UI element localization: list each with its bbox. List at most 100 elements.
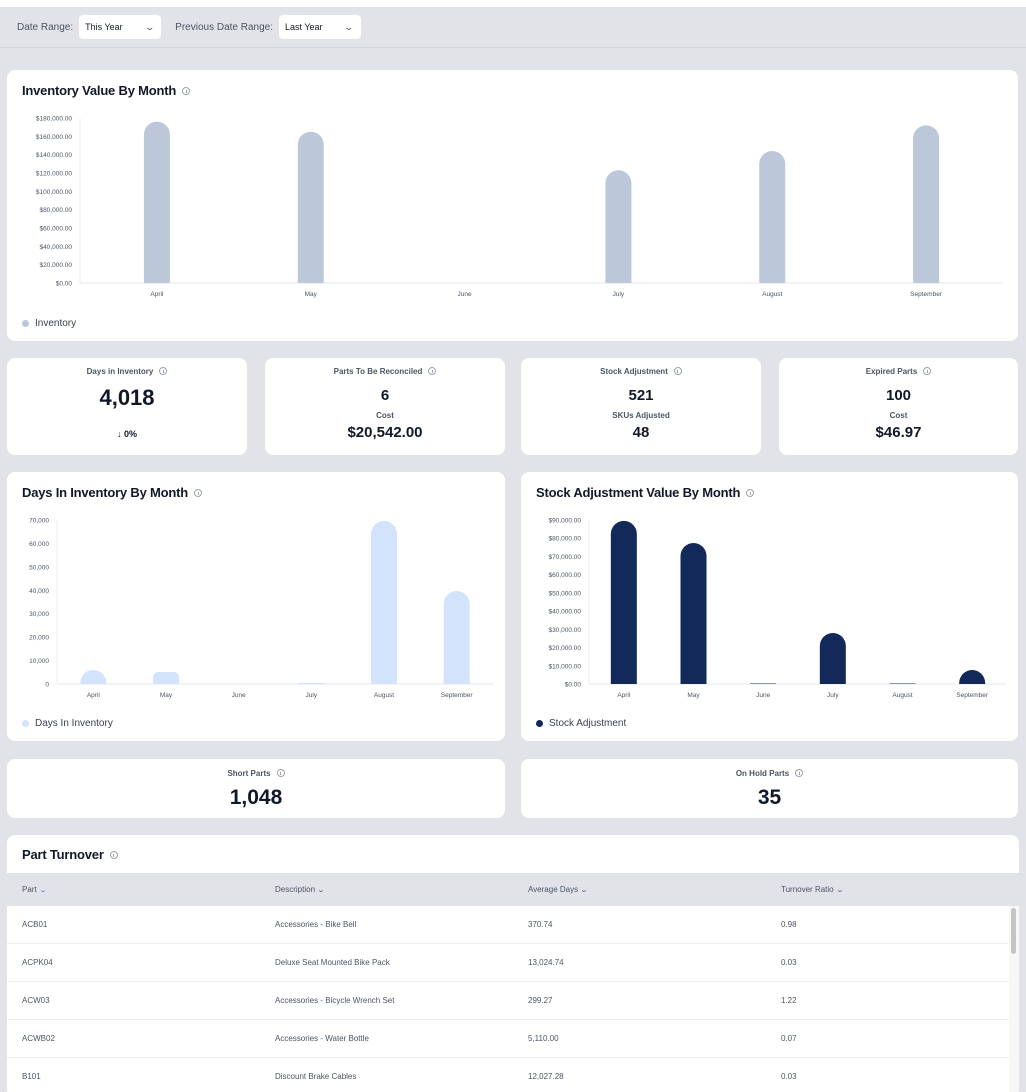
info-icon[interactable] (276, 768, 285, 777)
stock-adjustment-value: 521 (628, 387, 654, 404)
y-tick-label: $100,000.00 (36, 189, 73, 196)
bar-july[interactable] (819, 632, 846, 684)
inventory-legend[interactable]: Inventory (22, 318, 76, 329)
expired-parts-card: Expired Parts 100 Cost $46.97 (779, 358, 1018, 455)
on-hold-parts-card: On Hold Parts 35 (521, 759, 1018, 818)
bar-august[interactable] (889, 683, 916, 684)
days-in-inventory-legend[interactable]: Days In Inventory (22, 718, 113, 729)
bar-april[interactable] (80, 669, 107, 684)
info-icon[interactable] (746, 488, 755, 497)
y-tick-label: 20,000 (29, 635, 49, 642)
info-icon[interactable] (159, 366, 168, 375)
x-tick-label: August (892, 692, 912, 699)
table-row[interactable]: ACWB02 Accessories - Water Bottle 5,110.00… (7, 1020, 1011, 1058)
x-tick-label: May (305, 291, 318, 298)
info-icon[interactable] (673, 366, 682, 375)
sort-chevron-icon: ⌄ (38, 887, 47, 894)
column-header-average-days[interactable]: Average Days ⌄ (528, 873, 588, 906)
days-chart-title-text: Days In Inventory By Month (22, 485, 188, 500)
previous-date-range-value: Last Year (285, 22, 323, 32)
expired-parts-sub-label: Cost (889, 411, 908, 420)
bar-july[interactable] (605, 170, 632, 283)
table-row[interactable]: ACPK04 Deluxe Seat Mounted Bike Pack 13,02… (7, 944, 1011, 982)
previous-date-range-select[interactable]: Last Year ⌄ (279, 15, 361, 39)
x-tick-label: July (827, 692, 839, 699)
cell-description: Accessories - Water Bottle (275, 1034, 369, 1043)
cell-turnover-ratio: 1.22 (781, 996, 797, 1005)
bar-may[interactable] (153, 672, 179, 684)
kpi-label-text: Expired Parts (865, 367, 918, 376)
info-icon[interactable] (428, 366, 437, 375)
stock-adjustment-label: Stock Adjustment (521, 366, 761, 376)
bar-june[interactable] (750, 683, 777, 684)
cell-part: ACWB02 (22, 1034, 55, 1043)
stock-adjustment-chart-card: Stock Adjustment Value By Month $0.00 $10… (521, 472, 1018, 741)
bar-september[interactable] (959, 669, 986, 684)
cell-turnover-ratio: 0.03 (781, 958, 797, 967)
info-icon[interactable] (109, 850, 118, 859)
scrollbar-thumb[interactable] (1011, 908, 1016, 954)
date-range-value: This Year (85, 22, 123, 32)
y-tick-label: 50,000 (29, 564, 49, 571)
bar-may[interactable] (680, 542, 707, 684)
column-header-description[interactable]: Description ⌄ (275, 873, 326, 906)
info-icon[interactable] (194, 488, 202, 497)
bar-august[interactable] (371, 520, 397, 684)
y-tick-label: $60,000.00 (39, 226, 72, 233)
info-icon[interactable] (182, 86, 191, 95)
skus-adjusted-label: SKUs Adjusted (612, 411, 670, 420)
bar-july[interactable] (298, 682, 325, 684)
table-scrollbar[interactable] (1009, 906, 1019, 1092)
x-tick-label: June (232, 692, 246, 699)
x-tick-label: June (458, 291, 472, 298)
cell-description: Accessories - Bicycle Wrench Set (275, 996, 395, 1005)
sort-chevron-icon: ⌄ (316, 887, 326, 894)
on-hold-parts-label: On Hold Parts (521, 768, 1018, 778)
legend-label: Days In Inventory (35, 718, 113, 729)
info-icon[interactable] (795, 768, 804, 777)
table-row[interactable]: ACB01 Accessories - Bike Bell 370.74 0.98 (7, 906, 1011, 944)
y-tick-label: $50,000.00 (548, 590, 581, 597)
skus-adjusted-value: 48 (632, 424, 650, 441)
y-tick-label: 60,000 (29, 541, 49, 548)
column-header-part[interactable]: Part ⌄ (22, 873, 47, 906)
previous-date-range-label: Previous Date Range: (175, 21, 273, 33)
arrow-down-icon: ↓ (116, 429, 122, 439)
inventory-value-title-text: Inventory Value By Month (22, 83, 177, 98)
y-tick-label: $140,000.00 (36, 152, 73, 159)
x-tick-label: April (87, 692, 101, 699)
stock-adjustment-legend[interactable]: Stock Adjustment (536, 718, 626, 729)
column-header-label: Part (22, 885, 37, 894)
info-icon[interactable] (923, 366, 932, 375)
column-header-label: Average Days (528, 885, 579, 894)
days-in-inventory-value: 4,018 (99, 385, 155, 410)
y-tick-label: $160,000.00 (36, 134, 73, 141)
legend-label: Inventory (35, 318, 77, 329)
date-range-select[interactable]: This Year ⌄ (79, 15, 162, 39)
bar-august[interactable] (759, 151, 786, 283)
cell-average-days: 370.74 (528, 920, 553, 929)
cell-description: Deluxe Seat Mounted Bike Pack (275, 958, 390, 967)
date-range-label: Date Range: (17, 21, 74, 33)
legend-dot (22, 720, 29, 727)
bar-september[interactable] (913, 125, 940, 283)
y-tick-label: 40,000 (29, 588, 49, 595)
bar-april[interactable] (143, 121, 170, 283)
cell-average-days: 5,110.00 (528, 1034, 559, 1043)
table-row[interactable]: ACW03 Accessories - Bicycle Wrench Set 299… (7, 982, 1011, 1020)
y-tick-label: $80,000.00 (548, 536, 581, 543)
short-parts-label: Short Parts (7, 768, 505, 778)
parts-to-reconcile-sub-label: Cost (376, 411, 394, 420)
table-row[interactable]: B101 Discount Brake Cables 12,027.28 0.03 (7, 1058, 1011, 1092)
stock-adjustment-card: Stock Adjustment 521 SKUs Adjusted 48 (521, 358, 761, 455)
bar-april[interactable] (610, 520, 637, 684)
parts-to-reconcile-label: Parts To Be Reconciled (265, 366, 505, 376)
y-tick-label: 10,000 (29, 658, 49, 665)
y-tick-label: $40,000.00 (39, 244, 72, 251)
days-in-inventory-chart-card: Days In Inventory By Month 0 10,000 20,000… (7, 472, 505, 741)
column-header-turnover-ratio[interactable]: Turnover Ratio ⌄ (781, 873, 844, 906)
bar-may[interactable] (297, 131, 324, 283)
inventory-value-title: Inventory Value By Month (22, 83, 191, 98)
bar-september[interactable] (443, 590, 470, 684)
cell-part: ACB01 (22, 920, 48, 929)
